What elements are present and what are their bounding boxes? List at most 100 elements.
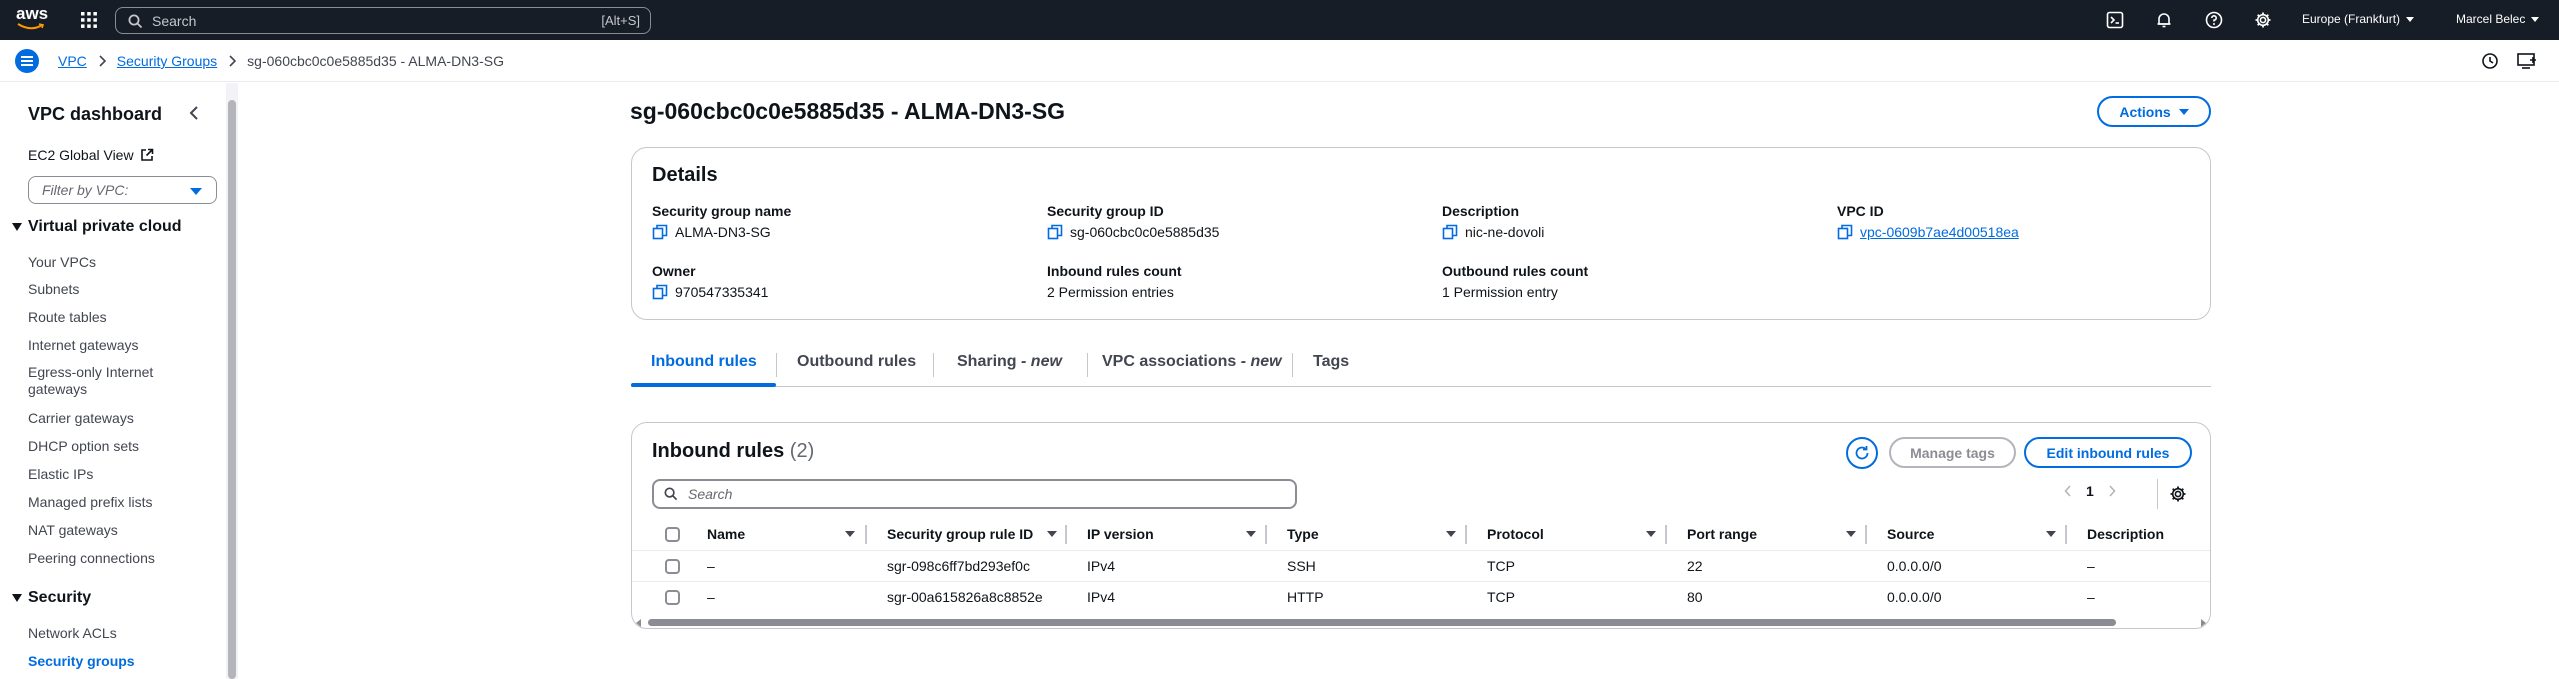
tab-sharing[interactable]: Sharing - new: [957, 353, 1062, 371]
section-vpc-label: Virtual private cloud: [28, 218, 182, 235]
sidebar-item-internet-gateways[interactable]: Internet gateways: [28, 337, 178, 354]
column-header-source[interactable]: Source: [1887, 526, 1934, 542]
breadcrumb-vpc[interactable]: VPC: [58, 53, 87, 69]
region-selector[interactable]: Europe (Frankfurt): [2302, 12, 2415, 26]
chevron-right-icon[interactable]: [2108, 485, 2116, 497]
help-icon[interactable]: [2205, 11, 2223, 29]
cell-description: –: [2087, 558, 2095, 574]
cell-port-range: 22: [1687, 558, 1703, 574]
sort-caret-icon[interactable]: [1646, 531, 1656, 537]
cell-port-range: 80: [1687, 589, 1703, 605]
sidebar-item-your-vpcs[interactable]: Your VPCs: [28, 254, 178, 271]
current-page-number[interactable]: 1: [2086, 483, 2094, 499]
copy-icon[interactable]: [1837, 224, 1853, 240]
chevron-left-icon[interactable]: [187, 105, 201, 121]
scroll-left-icon[interactable]: [636, 619, 642, 627]
tab-vpc-associations[interactable]: VPC associations - new: [1102, 353, 1282, 371]
column-header-description[interactable]: Description: [2087, 526, 2164, 542]
sidebar-item-network-acls[interactable]: Network ACLs: [28, 625, 178, 642]
bell-icon[interactable]: [2155, 11, 2173, 29]
sort-caret-icon[interactable]: [845, 531, 855, 537]
table-row[interactable]: – sgr-00a615826a8c8852e IPv4 HTTP TCP 80…: [632, 581, 2210, 612]
column-header-port-range[interactable]: Port range: [1687, 526, 1757, 542]
inbound-rules-heading: Inbound rules (2): [652, 440, 814, 463]
tab-outbound-rules[interactable]: Outbound rules: [797, 353, 916, 371]
edit-inbound-rules-button[interactable]: Edit inbound rules: [2024, 437, 2192, 468]
breadcrumb-security-groups[interactable]: Security Groups: [117, 53, 217, 69]
scrollbar-thumb[interactable]: [648, 619, 2116, 626]
row-checkbox[interactable]: [665, 590, 680, 605]
manage-tags-button[interactable]: Manage tags: [1889, 437, 2016, 468]
sidebar-item-security-groups[interactable]: Security groups: [28, 653, 178, 670]
column-header-ip-version[interactable]: IP version: [1087, 526, 1154, 542]
cell-type: SSH: [1287, 558, 1316, 574]
sort-caret-icon[interactable]: [1047, 531, 1057, 537]
active-tab-indicator: [631, 383, 776, 387]
sort-caret-icon[interactable]: [1846, 531, 1856, 537]
sort-caret-icon[interactable]: [2046, 531, 2056, 537]
sidebar-item-peering-connections[interactable]: Peering connections: [28, 550, 178, 567]
owner-value: 970547335341: [675, 284, 769, 300]
sort-caret-icon[interactable]: [1446, 531, 1456, 537]
rules-search-input[interactable]: [688, 485, 1278, 503]
column-header-rule-id[interactable]: Security group rule ID: [887, 526, 1033, 542]
breadcrumb: VPC Security Groups sg-060cbc0c0e5885d35…: [58, 53, 504, 69]
row-checkbox[interactable]: [665, 559, 680, 574]
side-nav-toggle-button[interactable]: [15, 49, 39, 73]
tab-inbound-rules[interactable]: Inbound rules: [651, 353, 757, 371]
cell-source: 0.0.0.0/0: [1887, 589, 1942, 605]
rules-search[interactable]: [652, 479, 1297, 509]
sidebar-item-subnets[interactable]: Subnets: [28, 281, 178, 298]
cloudshell-icon[interactable]: [2106, 11, 2124, 29]
account-menu[interactable]: Marcel Belec: [2456, 12, 2540, 26]
sidebar-item-route-tables[interactable]: Route tables: [28, 309, 178, 326]
sidebar-item-carrier-gateways[interactable]: Carrier gateways: [28, 410, 178, 427]
table-row[interactable]: – sgr-098c6ff7bd293ef0c IPv4 SSH TCP 22 …: [632, 550, 2210, 581]
apps-grid-icon[interactable]: [80, 11, 98, 29]
copy-icon[interactable]: [652, 284, 668, 300]
sidebar-item-egress-only-gateways[interactable]: Egress-only Internet gateways: [28, 364, 178, 398]
copy-icon[interactable]: [1442, 224, 1458, 240]
tab-sharing-new: - new: [1021, 353, 1062, 370]
scroll-right-icon[interactable]: [2200, 619, 2206, 627]
global-search[interactable]: [Alt+S]: [115, 7, 651, 34]
sg-id-field: Security group ID sg-060cbc0c0e5885d35: [1047, 203, 1219, 240]
sidebar-title[interactable]: VPC dashboard: [28, 104, 162, 125]
table-horizontal-scrollbar[interactable]: [636, 619, 2206, 627]
info-panel-icon[interactable]: [2481, 52, 2499, 70]
sidebar-scrollbar[interactable]: [228, 100, 236, 679]
column-header-name[interactable]: Name: [707, 526, 745, 542]
refresh-icon: [1855, 446, 1869, 460]
copy-icon[interactable]: [652, 224, 668, 240]
chevron-left-icon[interactable]: [2064, 485, 2072, 497]
section-security[interactable]: Security: [12, 589, 91, 607]
refresh-button[interactable]: [1846, 437, 1878, 469]
table-preferences-gear-icon[interactable]: [2169, 485, 2187, 503]
sidebar-item-dhcp-option-sets[interactable]: DHCP option sets: [28, 438, 178, 455]
copy-icon[interactable]: [1047, 224, 1063, 240]
ec2-global-view-link[interactable]: EC2 Global View: [28, 147, 154, 163]
aws-logo[interactable]: aws: [16, 5, 48, 30]
gear-icon[interactable]: [2254, 11, 2272, 29]
vpc-filter-select[interactable]: Filter by VPC:: [28, 176, 217, 204]
cell-description: –: [2087, 589, 2095, 605]
section-security-label: Security: [28, 589, 92, 606]
chevron-down-icon: [2406, 16, 2415, 22]
tools-panel-icon[interactable]: [2517, 52, 2537, 70]
vpc-id-link[interactable]: vpc-0609b7ae4d00518ea: [1860, 224, 2019, 240]
breadcrumb-bar: VPC Security Groups sg-060cbc0c0e5885d35…: [0, 40, 2559, 82]
column-header-type[interactable]: Type: [1287, 526, 1319, 542]
global-search-input[interactable]: [152, 11, 572, 31]
section-virtual-private-cloud[interactable]: Virtual private cloud: [12, 218, 182, 236]
select-all-checkbox[interactable]: [665, 527, 680, 542]
chevron-right-icon: [99, 55, 106, 67]
column-header-protocol[interactable]: Protocol: [1487, 526, 1544, 542]
sidebar-item-nat-gateways[interactable]: NAT gateways: [28, 522, 178, 539]
caret-down-icon: [190, 188, 202, 195]
inbound-count-field: Inbound rules count 2 Permission entries: [1047, 263, 1182, 300]
sidebar-item-elastic-ips[interactable]: Elastic IPs: [28, 466, 178, 483]
actions-button[interactable]: Actions: [2097, 96, 2211, 127]
sidebar-item-managed-prefix-lists[interactable]: Managed prefix lists: [28, 494, 178, 511]
sort-caret-icon[interactable]: [1246, 531, 1256, 537]
tab-tags[interactable]: Tags: [1313, 353, 1349, 371]
